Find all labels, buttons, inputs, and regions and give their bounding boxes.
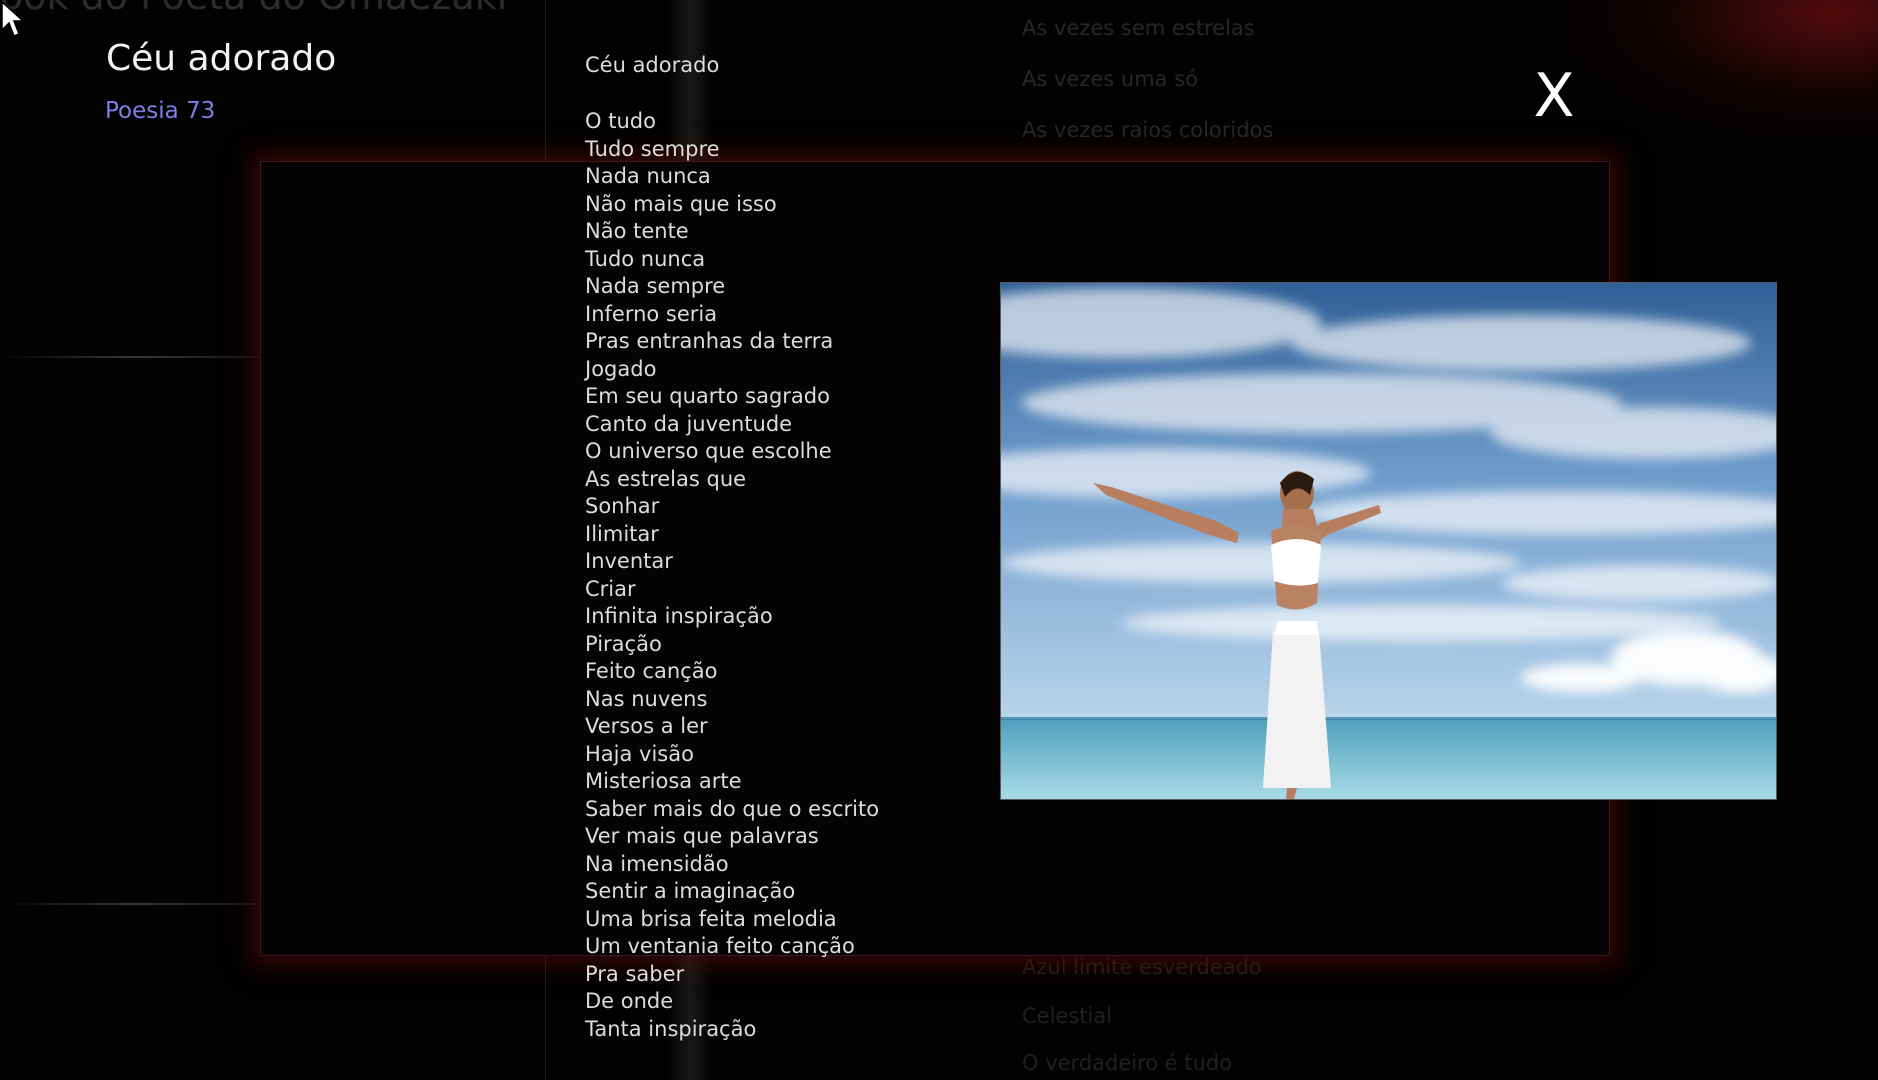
poem-line: Nada sempre <box>585 274 726 298</box>
poem-line: Tanta inspiração <box>585 1016 757 1041</box>
poem-line: Tudo nunca <box>585 246 706 271</box>
background-poem-line: O verdadeiro é tudo <box>1022 1051 1233 1075</box>
background-app-title: ook do Poeta do Omaezaki <box>0 0 507 18</box>
poem-line: Nada nunca <box>585 164 711 188</box>
background-poem-line: Celestial <box>1022 1004 1113 1028</box>
poem-number: Poesia 73 <box>105 98 216 124</box>
background-poem-line: As vezes raios coloridos <box>1022 118 1274 142</box>
poem-line: Em seu quarto sagrado <box>585 384 830 408</box>
poem-line: Infinita inspiração <box>585 604 773 628</box>
poem-line: Não mais que isso <box>585 191 777 216</box>
poem-line: Versos a ler <box>585 714 708 738</box>
poem-line: Inferno seria <box>585 301 718 326</box>
poem-line: Pras entranhas da terra <box>585 329 834 353</box>
background-red-glow <box>1560 0 1878 140</box>
poem-title: Céu adorado <box>106 38 337 79</box>
poem-line: Haja visão <box>585 741 694 766</box>
poem-line: O universo que escolhe <box>585 439 832 463</box>
close-icon: X <box>1533 61 1575 131</box>
poem-line: Saber mais do que o escrito <box>585 796 880 821</box>
background-poem-line: Azul limite esverdeado <box>1022 955 1262 979</box>
background-divider <box>0 903 270 905</box>
poem-line: Misteriosa arte <box>585 769 742 793</box>
poem-line: Nas nuvens <box>585 686 708 711</box>
background-divider <box>0 356 270 358</box>
poem-line: Inventar <box>585 549 673 573</box>
poem-line: Feito canção <box>585 659 718 683</box>
poem-heading: Céu adorado <box>585 53 720 77</box>
poem-line: Uma brisa feita melodia <box>585 906 837 931</box>
poem-line: Jogado <box>585 356 657 381</box>
poem-line: Pra saber <box>585 961 685 986</box>
poem-line: As estrelas que <box>585 466 747 491</box>
poem-line: Ver mais que palavras <box>585 824 819 848</box>
poem-line: Criar <box>585 576 636 601</box>
background-poem-line: As vezes uma só <box>1022 67 1198 91</box>
close-button[interactable]: X <box>1530 64 1578 128</box>
poem-line: Na imensidão <box>585 851 729 876</box>
background-poem-line: As vezes sem estrelas <box>1022 16 1255 40</box>
poem-line: Um ventania feito canção <box>585 934 855 958</box>
poem-line: Piração <box>585 631 662 656</box>
poem-text: O tudo Tudo sempre Nada nunca Não mais q… <box>585 108 879 1043</box>
poem-line: Não tente <box>585 219 689 243</box>
poem-line: Canto da juventude <box>585 411 793 436</box>
poem-line: Tudo sempre <box>585 136 720 161</box>
poem-illustration <box>1000 282 1777 800</box>
poem-line: Sonhar <box>585 494 660 518</box>
poem-line: O tudo <box>585 109 656 133</box>
poem-line: Ilimitar <box>585 521 659 546</box>
mouse-pointer-icon <box>1 0 25 37</box>
poem-line: De onde <box>585 989 674 1013</box>
poem-line: Sentir a imaginação <box>585 879 796 903</box>
